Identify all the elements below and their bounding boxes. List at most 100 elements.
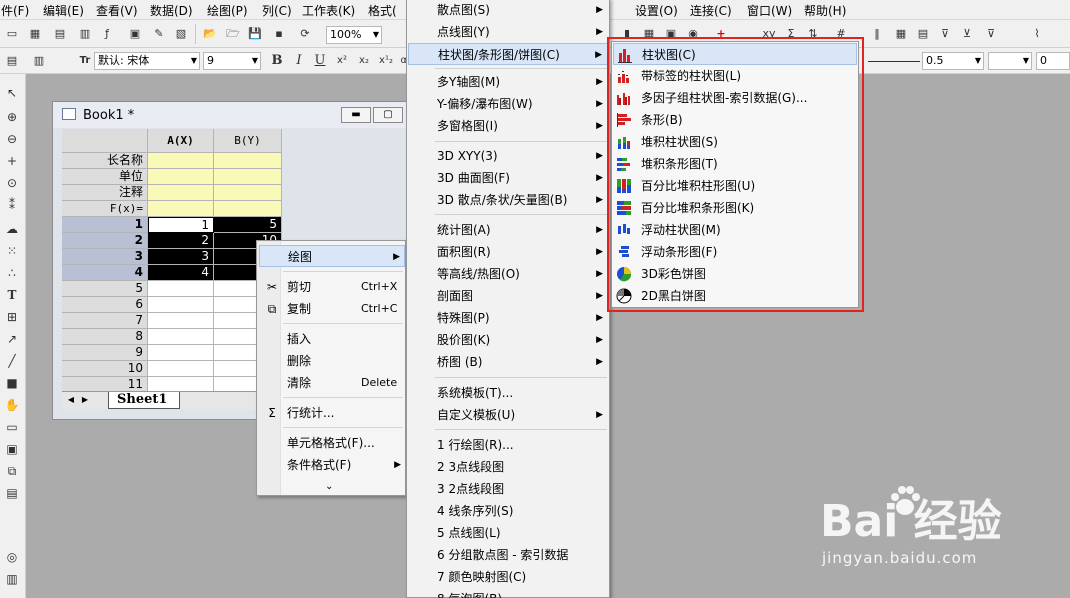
plot-item-specialized[interactable]: 特殊图(P) ▶ [408,307,608,329]
plot-item-profile[interactable]: 剖面图 ▶ [408,285,608,307]
plot-item-stock[interactable]: 股价图(K) ▶ [408,329,608,351]
menu-column[interactable]: 列(C) [262,2,292,19]
open-template-icon[interactable]: 🗁 [224,25,242,43]
plot-item-recent-6[interactable]: 6 分组散点图 - 索引数据 [408,544,608,566]
clipboard-icon[interactable]: ▥ [2,570,22,588]
table-cell[interactable]: 1 [148,217,214,233]
layer-icon[interactable]: ▤ [2,484,22,502]
minimize-button[interactable]: ▬ [341,107,371,123]
sheet-tab[interactable]: Sheet1 [108,392,180,409]
superscript-icon[interactable]: x² [333,52,351,70]
paste-format-icon[interactable]: ▤ [3,52,21,70]
menu-file[interactable]: 件(F) [1,2,29,19]
column-header-a[interactable]: A(X) [148,129,214,153]
subscript-icon[interactable]: x₂ [355,52,373,70]
cell[interactable] [214,185,282,201]
cell[interactable] [214,153,282,169]
row-number[interactable]: 6 [62,297,148,313]
context-item-conditional-format[interactable]: 条件格式(F) ▶ [259,454,405,476]
data-reader-icon[interactable]: + [2,152,22,170]
row-number[interactable]: 7 [62,313,148,329]
arrow-tool-icon[interactable]: ↗ [2,330,22,348]
line-tool-icon[interactable]: ╱ [2,352,22,370]
context-item-plot[interactable]: 绘图 ▶ [259,245,405,267]
cell[interactable] [214,169,282,185]
row-number[interactable]: 9 [62,345,148,361]
new-excel-icon[interactable]: ▧ [172,25,190,43]
context-item-cut[interactable]: ✂ 剪切 Ctrl+X [259,276,405,298]
row-number[interactable]: 4 [62,265,148,281]
menu-data[interactable]: 数据(D) [150,2,193,19]
cell[interactable] [148,185,214,201]
bold-button[interactable]: B [268,52,286,70]
new-notes-icon[interactable]: ✎ [150,25,168,43]
menu-view[interactable]: 查看(V) [96,2,138,19]
zoom-out-icon[interactable]: ⊖ [2,130,22,148]
plot-item-3d-scatter[interactable]: 3D 散点/条状/矢量图(B) ▶ [408,189,608,211]
row-label-longname[interactable]: 长名称 [62,153,148,169]
plot-item-recent-3[interactable]: 3 2点线段图 [408,478,608,500]
value-combo[interactable]: 0 [1036,52,1070,70]
screen-reader-icon[interactable]: ⊙ [2,174,22,192]
data-selector-icon[interactable]: ⁑ [2,196,22,214]
row-number[interactable]: 1 [62,217,148,233]
plot-item-bridge[interactable]: 桥图 (B) ▶ [408,351,608,373]
table-cell[interactable]: 3 [148,249,214,265]
cell[interactable] [148,153,214,169]
context-item-insert[interactable]: 插入 [259,328,405,350]
menu-edit[interactable]: 编辑(E) [43,2,84,19]
cell[interactable] [148,201,214,217]
linear-fit-icon[interactable]: ⌇ [1028,25,1046,43]
sheet-prev-icon[interactable]: ◀ [66,394,76,406]
maximize-button[interactable]: ▢ [373,107,403,123]
copy-format-icon[interactable]: ▥ [30,52,48,70]
font-combo[interactable]: 默认: 宋体 ▼ [94,52,200,70]
save-template-icon[interactable]: ▪ [270,25,288,43]
stack-icon[interactable]: ⧉ [2,462,22,480]
row-label-units[interactable]: 单位 [62,169,148,185]
column-header-b[interactable]: B(Y) [214,129,282,153]
pointer-icon[interactable]: ↖ [2,84,22,102]
region-icon[interactable]: ▭ [2,418,22,436]
context-item-cell-format[interactable]: 单元格格式(F)... [259,432,405,454]
row-number[interactable]: 2 [62,233,148,249]
plot-item-recent-7[interactable]: 7 颜色映射图(C) [408,566,608,588]
menu-connect[interactable]: 连接(C) [690,2,732,19]
refresh-icon[interactable]: ⟳ [296,25,314,43]
row-label-comments[interactable]: 注释 [62,185,148,201]
filter-clear-icon[interactable]: ⊽ [982,25,1000,43]
menu-window[interactable]: 窗口(W) [747,2,792,19]
scatter-tool-icon[interactable]: ∴ [2,264,22,282]
context-item-row-statistics[interactable]: Σ 行统计... [259,402,405,424]
row-number[interactable]: 5 [62,281,148,297]
table-cell[interactable] [148,297,214,313]
filter-apply-icon[interactable]: ⊻ [958,25,976,43]
open-icon[interactable]: 📂 [201,25,219,43]
table-cell[interactable]: 2 [148,233,214,249]
context-item-clear[interactable]: 清除 Delete [259,372,405,394]
plot-item-scatter[interactable]: 散点图(S) ▶ [408,0,608,21]
menu-worksheet[interactable]: 工作表(K) [302,2,355,19]
plot-item-statistics[interactable]: 统计图(A) ▶ [408,219,608,241]
new-graph-icon[interactable]: ▤ [51,25,69,43]
plot-item-recent-4[interactable]: 4 线条序列(S) [408,500,608,522]
new-workbook-icon[interactable]: ▦ [26,25,44,43]
italic-button[interactable]: I [290,52,308,70]
plot-item-column-bar-pie[interactable]: 柱状图/条形图/饼图(C) ▶ [408,43,608,65]
plot-item-user-template[interactable]: 自定义模板(U) ▶ [408,404,608,426]
cell[interactable] [214,201,282,217]
workbook-title-bar[interactable]: Book1 * ▬ ▢ [53,102,407,128]
row-number[interactable]: 3 [62,249,148,265]
new-function-icon[interactable]: ƒ [98,25,116,43]
menu-settings[interactable]: 设置(O) [635,2,678,19]
plot-item-recent-1[interactable]: 1 行绘图(R)... [408,434,608,456]
plot-item-multi-panel[interactable]: 多窗格图(I) ▶ [408,115,608,137]
new-layout-icon[interactable]: ▣ [126,25,144,43]
table-cell[interactable] [148,313,214,329]
filter-icon[interactable]: ⊽ [936,25,954,43]
menu-plot[interactable]: 绘图(P) [207,2,248,19]
plot-item-system-template[interactable]: 系统模板(T)... [408,382,608,404]
table-cell[interactable] [148,281,214,297]
plot-item-recent-2[interactable]: 2 3点线段图 [408,456,608,478]
plot-item-area[interactable]: 面积图(R) ▶ [408,241,608,263]
